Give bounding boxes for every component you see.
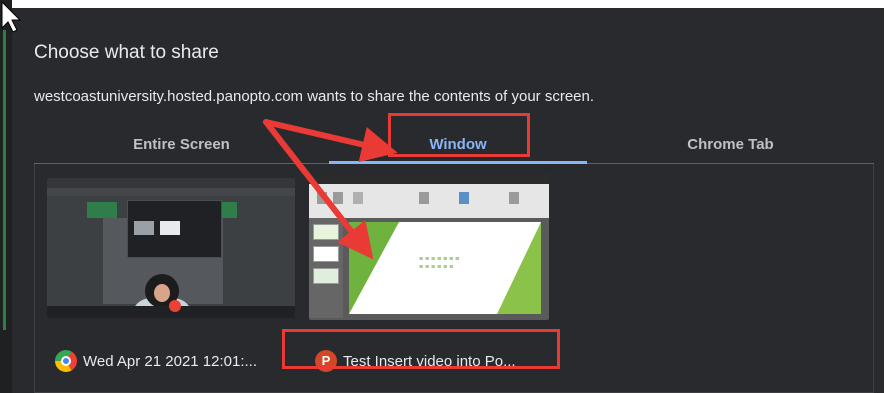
background-window-edge	[0, 0, 12, 393]
window-label: Wed Apr 21 2021 12:01:...	[83, 352, 258, 370]
tab-entire-screen[interactable]: Entire Screen	[34, 126, 329, 164]
window-thumbnail-powerpoint[interactable]: ≡ ≡ ≡ ≡ ≡ ≡ ≡ ≡ ≡ ≡ ≡ ≡ ≡	[309, 174, 549, 320]
dialog-description: westcoastuniversity.hosted.panopto.com w…	[34, 88, 595, 105]
chrome-icon	[55, 350, 77, 372]
window-item-chrome[interactable]: Wed Apr 21 2021 12:01:...	[55, 350, 257, 372]
screenshot: Choose what to share westcoastuniversity…	[0, 0, 886, 393]
slide-preview: ≡ ≡ ≡ ≡ ≡ ≡ ≡ ≡ ≡ ≡ ≡ ≡ ≡	[349, 222, 541, 314]
record-icon	[169, 300, 181, 312]
tab-chrome-tab[interactable]: Chrome Tab	[587, 126, 874, 164]
annotation-highlight-powerpoint-item	[282, 329, 560, 369]
window-thumbnail-chrome[interactable]	[47, 178, 295, 318]
dialog-title: Choose what to share	[34, 42, 219, 63]
annotation-highlight-window-tab	[388, 113, 530, 157]
